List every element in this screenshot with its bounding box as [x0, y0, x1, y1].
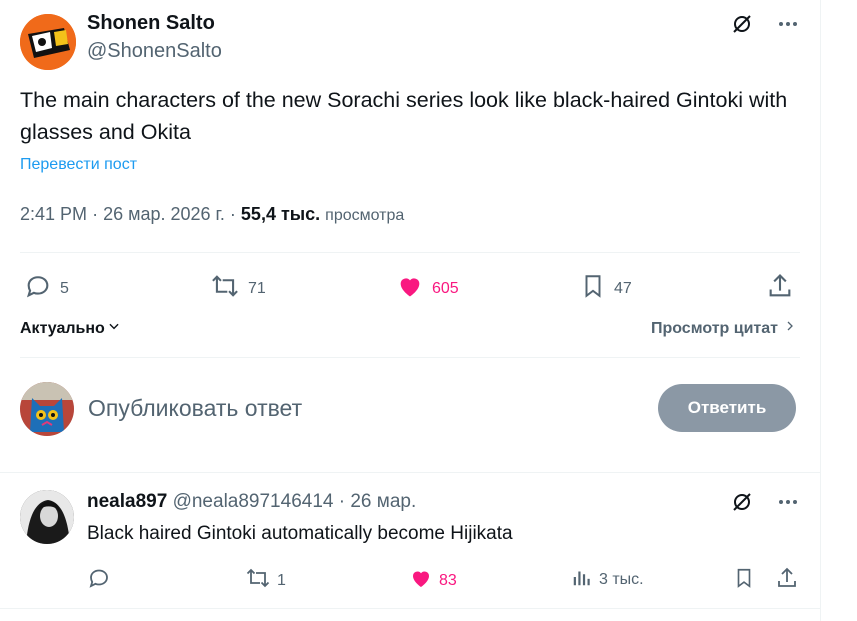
reply-count: 5	[60, 279, 69, 297]
author-handle[interactable]: @ShonenSalto	[87, 40, 222, 63]
reply-bookmark-button[interactable]	[733, 566, 755, 595]
view-quotes-link[interactable]: Просмотр цитат	[651, 319, 796, 338]
more-icon[interactable]	[776, 490, 800, 514]
post-text: The main characters of the new Sorachi s…	[20, 88, 788, 144]
grok-icon[interactable]	[730, 12, 754, 36]
chevron-down-icon	[107, 319, 121, 338]
reply-reply-button[interactable]	[87, 566, 111, 595]
sort-dropdown[interactable]: Актуально	[20, 319, 121, 338]
sort-label: Актуально	[20, 319, 105, 337]
reply-views-button[interactable]: 3 тыс.	[571, 566, 644, 593]
post-page: Shonen Salto @ShonenSalto The main chara…	[0, 0, 821, 621]
reply-author-name[interactable]: neala897	[87, 491, 167, 512]
like-button[interactable]: 605	[396, 272, 459, 305]
reply-like-button[interactable]: 83	[409, 566, 457, 595]
bookmark-icon	[580, 272, 606, 305]
meta-separator: ·	[338, 491, 351, 512]
replies-sort-row: Актуально Просмотр цитат	[20, 319, 796, 341]
more-icon[interactable]	[776, 12, 800, 36]
post-header: Shonen Salto @ShonenSalto	[20, 12, 800, 70]
divider	[0, 608, 820, 609]
view-quotes-label: Просмотр цитат	[650, 319, 778, 337]
author-name[interactable]: Shonen Salto	[87, 12, 215, 35]
bookmark-button[interactable]: 47	[580, 272, 632, 305]
post-actions: 5 71 605 47	[24, 272, 796, 302]
views-count: 55,4 тыс.	[240, 204, 321, 224]
reply-author-avatar[interactable]	[20, 490, 74, 544]
repost-icon	[245, 566, 271, 595]
share-button[interactable]	[766, 272, 794, 305]
share-icon	[775, 566, 799, 595]
meta-separator: ·	[229, 204, 241, 224]
chevron-right-icon	[784, 319, 796, 338]
reply-icon	[87, 566, 111, 595]
post-meta: 2:41 PM · 26 мар. 2026 г. · 55,4 тыс. пр…	[20, 204, 404, 225]
bookmark-count: 47	[614, 279, 632, 297]
reply-button[interactable]: 5	[24, 272, 69, 305]
reply-repost-count: 1	[277, 571, 286, 589]
meta-separator: ·	[92, 204, 104, 224]
divider	[20, 252, 800, 253]
reply-actions: 1 83 3 тыс.	[87, 566, 800, 590]
reply-icon	[24, 272, 52, 305]
reply-share-button[interactable]	[775, 566, 799, 595]
repost-count: 71	[248, 279, 266, 297]
share-icon	[766, 272, 794, 305]
author-avatar[interactable]	[20, 14, 76, 70]
reply-submit-button[interactable]: Ответить	[658, 384, 796, 432]
current-user-avatar[interactable]	[20, 382, 74, 436]
translate-link[interactable]: Перевести пост	[20, 156, 137, 174]
reply-views-count: 3 тыс.	[599, 570, 644, 588]
header-actions	[730, 12, 800, 36]
divider	[0, 472, 820, 473]
bookmark-icon	[733, 566, 755, 595]
reply-post[interactable]: neala897 @neala897146414 · 26 мар. Black…	[20, 488, 800, 598]
post-time[interactable]: 2:41 PM	[20, 204, 87, 224]
reply-text: Black haired Gintoki automatically becom…	[87, 523, 513, 544]
reply-like-count: 83	[439, 571, 457, 589]
reply-composer: Опубликовать ответ Ответить	[20, 382, 796, 438]
repost-button[interactable]: 71	[210, 272, 266, 305]
grok-icon[interactable]	[730, 490, 754, 514]
reply-repost-button[interactable]: 1	[245, 566, 286, 595]
reply-header-actions	[730, 490, 800, 514]
views-label: просмотра	[325, 207, 405, 224]
reply-author-handle[interactable]: @neala897146414	[173, 491, 334, 512]
reply-input[interactable]: Опубликовать ответ	[88, 395, 302, 422]
repost-icon	[210, 272, 240, 305]
heart-icon	[396, 272, 424, 305]
like-count: 605	[432, 279, 459, 297]
heart-icon	[409, 566, 433, 595]
reply-header: neala897 @neala897146414 · 26 мар.	[87, 491, 416, 513]
reply-date[interactable]: 26 мар.	[350, 491, 416, 512]
divider	[20, 357, 800, 358]
post-date[interactable]: 26 мар. 2026 г.	[103, 204, 225, 224]
views-icon	[571, 566, 593, 593]
